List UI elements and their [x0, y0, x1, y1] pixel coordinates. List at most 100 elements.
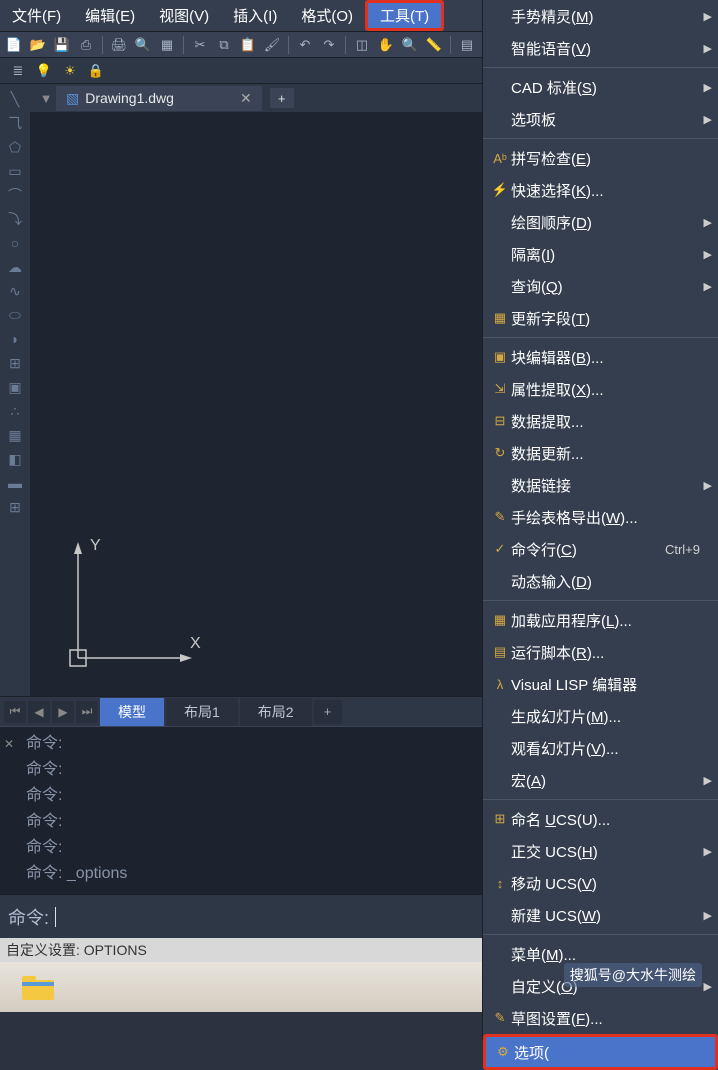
menu-insert[interactable]: 插入(I): [221, 0, 289, 31]
layout-tab-model[interactable]: 模型: [100, 698, 164, 726]
menu-item[interactable]: 查询(Q)▶: [483, 270, 718, 302]
options-icon: ⚙: [492, 1044, 514, 1060]
menu-item[interactable]: 手势精灵(M)▶: [483, 0, 718, 32]
arc2-icon[interactable]: ⤵: [3, 208, 27, 230]
circle-icon[interactable]: ○: [3, 232, 27, 254]
tab-dropdown-icon[interactable]: ▼: [36, 88, 56, 108]
table-icon[interactable]: ⊞: [3, 496, 27, 518]
menu-item-label: 命令行(C): [511, 539, 665, 560]
copy-icon[interactable]: ⧉: [214, 35, 234, 55]
menu-item[interactable]: ✓命令行(C)Ctrl+9: [483, 533, 718, 565]
polyline-icon[interactable]: ⺄: [3, 112, 27, 134]
draft-icon: ✎: [489, 1010, 511, 1026]
menu-file[interactable]: 文件(F): [0, 0, 73, 31]
close-tab-icon[interactable]: ✕: [240, 90, 252, 107]
new-icon[interactable]: 📄: [4, 35, 24, 55]
paste-icon[interactable]: 📋: [238, 35, 258, 55]
menu-item[interactable]: 数据链接▶: [483, 469, 718, 501]
plot-icon[interactable]: ▦: [157, 35, 177, 55]
redo-icon[interactable]: ↷: [319, 35, 339, 55]
gradient-icon[interactable]: ◧: [3, 448, 27, 470]
match-icon[interactable]: 🖌: [262, 35, 282, 55]
undo-icon[interactable]: ↶: [295, 35, 315, 55]
submenu-arrow-icon: ▶: [704, 479, 712, 492]
new-tab-button[interactable]: +: [270, 88, 294, 108]
menu-item[interactable]: 宏(A)▶: [483, 764, 718, 796]
submenu-arrow-icon: ▶: [704, 10, 712, 23]
line-icon[interactable]: ╲: [3, 88, 27, 110]
menu-item[interactable]: ⊞命名 UCS(U)...: [483, 803, 718, 835]
cut-icon[interactable]: ✂: [190, 35, 210, 55]
menu-item[interactable]: ▦加载应用程序(L)...: [483, 604, 718, 636]
pan-icon[interactable]: ✋: [376, 35, 396, 55]
layer-manager-icon[interactable]: ≣: [8, 61, 28, 81]
menu-item[interactable]: 观看幻灯片(V)...: [483, 732, 718, 764]
menu-item[interactable]: 生成幻灯片(M)...: [483, 700, 718, 732]
insert-icon[interactable]: ⊞: [3, 352, 27, 374]
menu-item[interactable]: 隔离(I)▶: [483, 238, 718, 270]
block-make-icon[interactable]: ▣: [3, 376, 27, 398]
layout-tab-2[interactable]: 布局2: [240, 698, 312, 726]
add-layout-button[interactable]: +: [314, 700, 342, 724]
menu-item[interactable]: Aᵇ拼写检查(E): [483, 142, 718, 174]
menu-item[interactable]: 新建 UCS(W)▶: [483, 899, 718, 931]
print-icon[interactable]: 🖨: [109, 35, 129, 55]
menu-item[interactable]: ⚡快速选择(K)...: [483, 174, 718, 206]
menu-item[interactable]: 动态输入(D): [483, 565, 718, 597]
cloud-icon[interactable]: ☁: [3, 256, 27, 278]
menu-item[interactable]: 选项板▶: [483, 103, 718, 135]
close-cmdline-icon[interactable]: ✕: [4, 731, 14, 757]
arc-icon[interactable]: ⌒: [3, 184, 27, 206]
preview-icon[interactable]: 🔍: [133, 35, 153, 55]
sun-icon[interactable]: ☀: [60, 61, 80, 81]
polygon-icon[interactable]: ⬠: [3, 136, 27, 158]
open-icon[interactable]: 📂: [28, 35, 48, 55]
submenu-arrow-icon: ▶: [704, 113, 712, 126]
measure-icon[interactable]: 📏: [424, 35, 444, 55]
menu-format[interactable]: 格式(O): [289, 0, 365, 31]
menu-item[interactable]: 绘图顺序(D)▶: [483, 206, 718, 238]
menu-item[interactable]: ⚙选项(: [483, 1034, 718, 1070]
spline-icon[interactable]: ∿: [3, 280, 27, 302]
layer-icon[interactable]: ▤: [457, 35, 477, 55]
menu-item[interactable]: ⇲属性提取(X)...: [483, 373, 718, 405]
menu-item[interactable]: ↻数据更新...: [483, 437, 718, 469]
ellipse-arc-icon[interactable]: ◗: [3, 328, 27, 350]
menu-item[interactable]: 智能语音(V)▶: [483, 32, 718, 64]
menu-item[interactable]: ✎草图设置(F)...: [483, 1002, 718, 1034]
menu-edit[interactable]: 编辑(E): [73, 0, 147, 31]
separator: [345, 36, 346, 54]
menu-item-label: 菜单(M)...: [511, 944, 708, 965]
submenu-arrow-icon: ▶: [704, 909, 712, 922]
bulb-icon[interactable]: 💡: [34, 61, 54, 81]
menu-item-label: 数据链接: [511, 475, 708, 496]
layout-next-icon[interactable]: ▶: [52, 701, 74, 723]
menu-tools[interactable]: 工具(T): [365, 0, 444, 31]
save-icon[interactable]: 💾: [52, 35, 72, 55]
point-icon[interactable]: ∴: [3, 400, 27, 422]
rectangle-icon[interactable]: ▭: [3, 160, 27, 182]
menu-item[interactable]: λVisual LISP 编辑器: [483, 668, 718, 700]
lock-icon[interactable]: 🔒: [86, 61, 106, 81]
region-icon[interactable]: ▬: [3, 472, 27, 494]
file-tab[interactable]: ▧ Drawing1.dwg ✕: [56, 86, 262, 111]
saveas-icon[interactable]: ⎙: [76, 35, 96, 55]
menu-item[interactable]: ▤运行脚本(R)...: [483, 636, 718, 668]
hatch-icon[interactable]: ▦: [3, 424, 27, 446]
menu-item[interactable]: ↕移动 UCS(V): [483, 867, 718, 899]
menu-item[interactable]: ▣块编辑器(B)...: [483, 341, 718, 373]
menu-item[interactable]: ⊟数据提取...: [483, 405, 718, 437]
layout-first-icon[interactable]: ⏮: [4, 701, 26, 723]
menu-item[interactable]: ▦更新字段(T): [483, 302, 718, 334]
layout-last-icon[interactable]: ⏭: [76, 701, 98, 723]
zoom-icon[interactable]: 🔍: [400, 35, 420, 55]
layout-tab-1[interactable]: 布局1: [166, 698, 238, 726]
menu-item[interactable]: ✎手绘表格导出(W)...: [483, 501, 718, 533]
ellipse-icon[interactable]: ⬭: [3, 304, 27, 326]
layout-prev-icon[interactable]: ◀: [28, 701, 50, 723]
menu-view[interactable]: 视图(V): [147, 0, 221, 31]
menu-item[interactable]: CAD 标准(S)▶: [483, 71, 718, 103]
menu-item[interactable]: 正交 UCS(H)▶: [483, 835, 718, 867]
file-explorer-icon[interactable]: [20, 972, 56, 1002]
eraser-icon[interactable]: ◫: [352, 35, 372, 55]
